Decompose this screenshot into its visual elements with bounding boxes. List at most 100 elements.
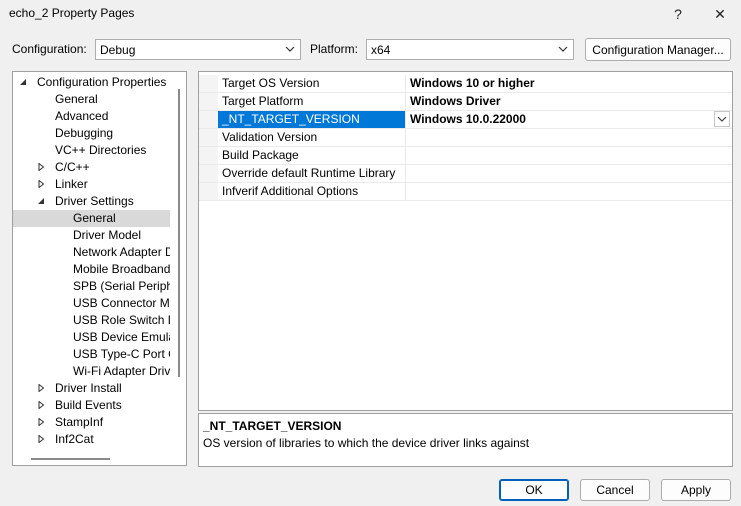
- configuration-combo[interactable]: Debug: [95, 39, 301, 60]
- apply-button[interactable]: Apply: [661, 479, 731, 501]
- row-gutter: [199, 183, 218, 200]
- collapsed-triangle-icon[interactable]: [37, 180, 45, 188]
- tree-item[interactable]: Debugging: [13, 125, 170, 142]
- row-gutter: [199, 93, 218, 110]
- tree-item[interactable]: Advanced: [13, 108, 170, 125]
- platform-label: Platform:: [310, 42, 359, 56]
- row-gutter: [199, 111, 218, 128]
- tree-item[interactable]: USB Type-C Port Cc: [13, 346, 170, 363]
- tree-item-label: USB Role Switch Dri: [73, 313, 170, 327]
- tree-item-label: Wi-Fi Adapter Drive: [73, 364, 170, 378]
- configuration-manager-button[interactable]: Configuration Manager...: [585, 38, 731, 61]
- tree-item-label: Inf2Cat: [55, 432, 94, 446]
- property-value[interactable]: [406, 183, 732, 200]
- property-name[interactable]: Target OS Version: [218, 75, 406, 92]
- property-name[interactable]: Validation Version: [218, 129, 406, 146]
- collapsed-triangle-icon[interactable]: [37, 401, 45, 409]
- property-name[interactable]: Target Platform: [218, 93, 406, 110]
- collapsed-triangle-icon[interactable]: [37, 163, 45, 171]
- collapsed-triangle-icon[interactable]: [37, 435, 45, 443]
- help-button[interactable]: ?: [658, 0, 698, 28]
- property-row[interactable]: Validation Version: [199, 129, 732, 147]
- close-button[interactable]: ✕: [700, 0, 740, 28]
- property-row[interactable]: _NT_TARGET_VERSION Windows 10.0.22000: [199, 111, 732, 129]
- help-icon: ?: [674, 6, 682, 22]
- chevron-down-icon: [558, 46, 568, 52]
- tree-item[interactable]: USB Role Switch Dri: [13, 312, 170, 329]
- chevron-down-icon: [717, 116, 727, 122]
- tree-item-label: StampInf: [55, 415, 104, 429]
- tree-item[interactable]: VC++ Directories: [13, 142, 170, 159]
- tree-item-label: Network Adapter Dr: [73, 245, 170, 259]
- collapsed-triangle-icon[interactable]: [37, 384, 45, 392]
- property-row[interactable]: Infverif Additional Options: [199, 183, 732, 201]
- tree-item-label: Mobile Broadband A: [73, 262, 170, 276]
- value-dropdown-button[interactable]: [714, 111, 730, 127]
- tree-item-label: Debugging: [55, 126, 114, 140]
- tree-item[interactable]: StampInf: [13, 414, 170, 431]
- property-value[interactable]: Windows 10 or higher: [406, 75, 732, 92]
- expanded-triangle-icon[interactable]: [37, 197, 45, 205]
- tree-item-label: VC++ Directories: [55, 143, 147, 157]
- tree-item[interactable]: Mobile Broadband A: [13, 261, 170, 278]
- tree-item[interactable]: Linker: [13, 176, 170, 193]
- tree-item[interactable]: Driver Model: [13, 227, 170, 244]
- description-title: _NT_TARGET_VERSION: [203, 419, 342, 433]
- tree-item[interactable]: Configuration Properties: [13, 74, 170, 91]
- property-value[interactable]: [406, 147, 732, 164]
- cancel-button[interactable]: Cancel: [580, 479, 650, 501]
- tree-item-label: Driver Install: [55, 381, 122, 395]
- property-row[interactable]: Build Package: [199, 147, 732, 165]
- tree-item[interactable]: Wi-Fi Adapter Drive: [13, 363, 170, 380]
- tree-item[interactable]: C/C++: [13, 159, 170, 176]
- tree-item-label: USB Device Emulati: [73, 330, 170, 344]
- tree-item[interactable]: Driver Settings: [13, 193, 170, 210]
- tree-item-label: Driver Settings: [55, 194, 134, 208]
- property-row[interactable]: Target Platform Windows Driver: [199, 93, 732, 111]
- window-title: echo_2 Property Pages: [9, 6, 135, 20]
- configuration-label: Configuration:: [12, 42, 87, 56]
- tree-item-label: Advanced: [55, 109, 109, 123]
- tree-item-label: SPB (Serial Peripher: [73, 279, 170, 293]
- tree-item[interactable]: Driver Install: [13, 380, 170, 397]
- tree-item-label: USB Connector Mar: [73, 296, 170, 310]
- property-value[interactable]: Windows Driver: [406, 93, 732, 110]
- property-row[interactable]: Override default Runtime Library: [199, 165, 732, 183]
- collapsed-triangle-icon[interactable]: [37, 418, 45, 426]
- platform-value: x64: [371, 42, 391, 57]
- property-row[interactable]: Target OS Version Windows 10 or higher: [199, 75, 732, 93]
- tree-item[interactable]: USB Device Emulati: [13, 329, 170, 346]
- property-value[interactable]: [406, 129, 732, 146]
- property-name[interactable]: Infverif Additional Options: [218, 183, 406, 200]
- tree-item[interactable]: Network Adapter Dr: [13, 244, 170, 261]
- property-grid[interactable]: Target OS Version Windows 10 or higher Tar…: [198, 71, 733, 411]
- platform-combo[interactable]: x64: [366, 39, 574, 60]
- tree-item-label: Driver Model: [73, 228, 142, 242]
- ok-button[interactable]: OK: [499, 479, 569, 501]
- row-gutter: [199, 165, 218, 182]
- tree-vertical-scrollbar[interactable]: [178, 89, 180, 377]
- tree-item-label: C/C++: [55, 160, 90, 174]
- expanded-triangle-icon[interactable]: [19, 78, 27, 86]
- category-tree[interactable]: Configuration Properties General Advanced D…: [12, 71, 187, 466]
- property-name[interactable]: Override default Runtime Library: [218, 165, 406, 182]
- close-icon: ✕: [714, 5, 726, 22]
- tree-item[interactable]: General: [13, 210, 170, 227]
- tree-item[interactable]: General: [13, 91, 170, 108]
- description-text: OS version of libraries to which the dev…: [203, 436, 530, 450]
- tree-item-label: Configuration Properties: [37, 75, 167, 89]
- tree-item[interactable]: SPB (Serial Peripher: [13, 278, 170, 295]
- property-name[interactable]: Build Package: [218, 147, 406, 164]
- tree-item[interactable]: Inf2Cat: [13, 431, 170, 448]
- tree-item[interactable]: USB Connector Mar: [13, 295, 170, 312]
- property-value[interactable]: Windows 10.0.22000: [406, 111, 732, 128]
- description-panel: _NT_TARGET_VERSION OS version of librari…: [198, 413, 733, 467]
- tree-horizontal-scrollbar[interactable]: [31, 458, 110, 460]
- tree-item-label: USB Type-C Port Cc: [73, 347, 170, 361]
- tree-item[interactable]: Build Events: [13, 397, 170, 414]
- property-value[interactable]: [406, 165, 732, 182]
- tree-item-label: Linker: [55, 177, 88, 191]
- chevron-down-icon: [285, 46, 295, 52]
- property-name[interactable]: _NT_TARGET_VERSION: [218, 111, 406, 128]
- row-gutter: [199, 75, 218, 92]
